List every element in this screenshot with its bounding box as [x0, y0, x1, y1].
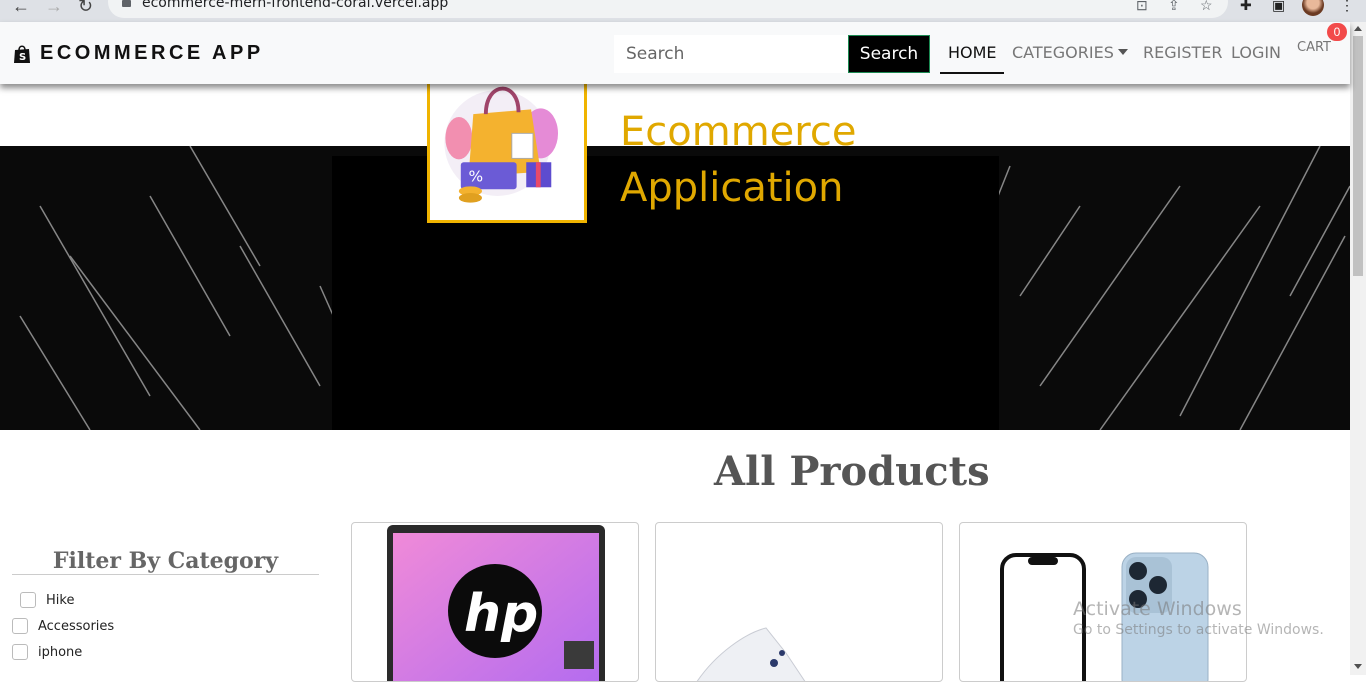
nav-categories-label: CATEGORIES — [1012, 43, 1114, 62]
nav-register[interactable]: REGISTER — [1143, 43, 1223, 62]
banner-title-line1: Ecommerce — [620, 109, 857, 155]
search-input[interactable] — [614, 35, 848, 73]
svg-text:%: % — [469, 168, 484, 186]
cart-count-badge: 0 — [1327, 23, 1347, 41]
filter-divider — [12, 574, 319, 575]
menu-kebab-icon[interactable]: ⋮ — [1340, 0, 1354, 14]
filter-option-label: Hike — [46, 592, 75, 608]
scroll-up-icon[interactable] — [1354, 26, 1362, 31]
shopping-bag-logo: % — [427, 63, 587, 223]
page-scrollbar[interactable] — [1350, 22, 1366, 675]
filter-option-accessories[interactable]: Accessories — [12, 618, 114, 634]
shopping-bag-illustration-icon: % — [444, 86, 559, 203]
banner-title-line2: Application — [620, 165, 844, 211]
product-card-shoe[interactable] — [655, 522, 943, 682]
nav-categories[interactable]: CATEGORIES — [1012, 43, 1128, 62]
banner-title: Ecommerce Application — [620, 104, 856, 216]
extensions-icon[interactable]: ✚ — [1240, 0, 1252, 14]
laptop-product-image: hp — [387, 525, 605, 681]
filter-checkbox[interactable] — [12, 618, 28, 634]
shopping-bag-icon: S — [14, 44, 30, 63]
filter-option-hike[interactable]: Hike — [20, 592, 74, 608]
activation-watermark-title: Activate Windows — [1073, 598, 1242, 620]
scroll-thumb[interactable] — [1353, 36, 1363, 276]
nav-login[interactable]: LOGIN — [1231, 43, 1281, 62]
filter-option-label: iphone — [38, 644, 83, 660]
back-icon[interactable]: ← — [12, 0, 30, 17]
svg-text:hp: hp — [464, 584, 538, 644]
nav-cart[interactable]: CART — [1297, 40, 1331, 55]
filter-title: Filter By Category — [52, 548, 279, 574]
nav-home[interactable]: HOME — [948, 43, 997, 62]
profile-avatar[interactable] — [1302, 0, 1324, 16]
reload-icon[interactable]: ↻ — [78, 0, 93, 17]
shoe-product-image — [696, 627, 806, 681]
install-icon[interactable]: ⊡ — [1136, 0, 1148, 14]
filter-checkbox[interactable] — [20, 592, 36, 608]
bookmark-star-icon[interactable]: ☆ — [1200, 0, 1213, 14]
side-panel-icon[interactable]: ▣ — [1272, 0, 1285, 14]
brand[interactable]: S ECOMMERCE APP — [12, 42, 264, 65]
filter-option-label: Accessories — [38, 618, 115, 634]
caret-down-icon — [1117, 49, 1128, 55]
forward-icon[interactable]: → — [45, 0, 63, 17]
active-nav-indicator — [940, 72, 1004, 74]
brand-title: ECOMMERCE APP — [40, 42, 264, 64]
all-products-title: All Products — [714, 448, 990, 495]
app-navbar: S ECOMMERCE APP Search HOME CATEGORIES R… — [0, 22, 1350, 84]
url-text: ecommerce-mern-frontend-coral.vercel.app — [142, 0, 449, 11]
scroll-down-icon[interactable] — [1354, 664, 1362, 669]
share-icon[interactable]: ⇪ — [1168, 0, 1180, 14]
browser-toolbar: ← → ↻ ecommerce-mern-frontend-coral.verc… — [0, 0, 1366, 22]
filter-checkbox[interactable] — [12, 644, 28, 660]
product-card-laptop[interactable]: hp — [351, 522, 639, 682]
search-button[interactable]: Search — [848, 35, 930, 73]
lock-icon — [122, 0, 131, 7]
filter-option-iphone[interactable]: iphone — [12, 644, 82, 660]
svg-text:S: S — [19, 52, 26, 63]
activation-watermark-text: Go to Settings to activate Windows. — [1073, 622, 1324, 638]
